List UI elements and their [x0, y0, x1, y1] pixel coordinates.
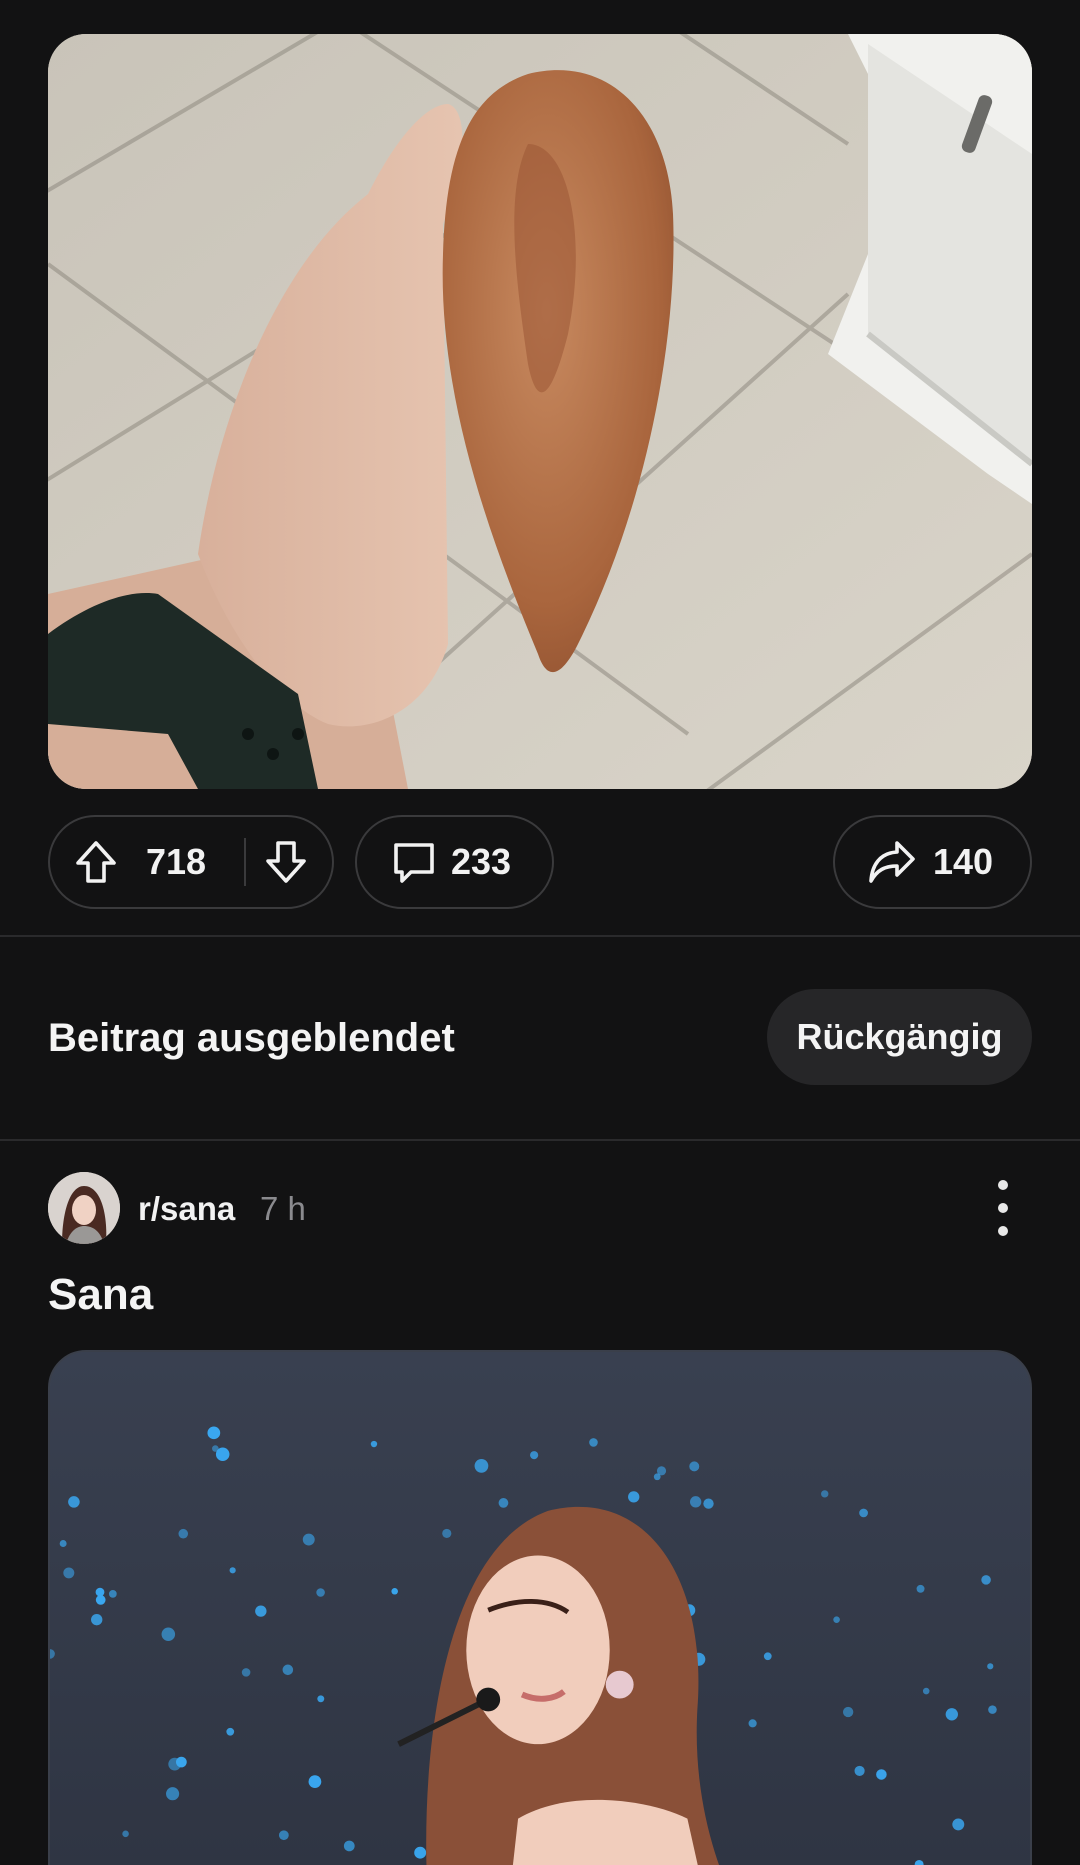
undo-button[interactable]: Rückgängig [767, 989, 1032, 1085]
stage-light [278, 1830, 289, 1841]
stage-light [59, 1540, 67, 1547]
stage-light [628, 1491, 640, 1503]
comments-button[interactable]: 233 [355, 815, 554, 909]
stage-light [952, 1818, 965, 1831]
share-count: 140 [933, 841, 994, 882]
menu-dot [998, 1203, 1008, 1213]
stage-light [255, 1605, 267, 1617]
stage-light [122, 1830, 129, 1838]
stage-light [833, 1616, 840, 1623]
vote-control: 718 [48, 815, 334, 909]
stage-light [876, 1769, 887, 1780]
divider [0, 1139, 1080, 1141]
vote-score: 718 [146, 841, 207, 882]
stage-light [212, 1445, 219, 1452]
stage-light [282, 1664, 294, 1676]
stage-light [763, 1652, 772, 1661]
stage-light [530, 1451, 539, 1460]
stage-light [108, 1589, 117, 1598]
stage-light [414, 1846, 427, 1859]
menu-dot [998, 1226, 1008, 1236]
subreddit-name[interactable]: r/sana [138, 1190, 235, 1228]
stage-light [178, 1528, 189, 1539]
stage-light [343, 1840, 355, 1852]
stage-light [945, 1708, 958, 1721]
post-action-bar: 718 233 140 [48, 815, 1032, 909]
stage-light [63, 1567, 75, 1579]
stage-light [689, 1461, 700, 1472]
stage-light [987, 1663, 994, 1670]
stage-light [821, 1490, 829, 1498]
stage-light [226, 1727, 235, 1736]
post-photo [50, 1352, 1030, 1865]
stage-light [916, 1584, 925, 1593]
post-age: 7 h [260, 1190, 306, 1227]
stage-light [442, 1528, 452, 1538]
stage-light [207, 1426, 221, 1440]
feed: 718 233 140 Beitrag ausgeblendet Rückgän… [0, 0, 1080, 1865]
upvote-icon[interactable] [72, 838, 120, 886]
stage-light [316, 1588, 325, 1597]
subreddit-avatar[interactable] [48, 1172, 120, 1244]
stage-light [589, 1438, 598, 1447]
stage-light [653, 1473, 661, 1481]
stage-light [161, 1627, 176, 1642]
stage-light [988, 1705, 997, 1714]
stage-light [166, 1787, 180, 1801]
post-image[interactable] [48, 34, 1032, 789]
stage-light [842, 1706, 854, 1718]
stage-light [308, 1775, 322, 1788]
post-image[interactable] [48, 1350, 1032, 1865]
share-arrow-icon [867, 839, 917, 885]
share-button[interactable]: 140 [833, 815, 1032, 909]
stage-light [370, 1440, 378, 1448]
vote-divider [244, 838, 246, 886]
downvote-icon[interactable] [262, 838, 310, 886]
stage-light [498, 1498, 509, 1508]
stage-light [859, 1508, 868, 1518]
comment-bubble-icon [391, 839, 437, 885]
divider [0, 935, 1080, 937]
stage-light [91, 1614, 103, 1626]
hidden-post-notice: Beitrag ausgeblendet [48, 1016, 455, 1060]
stage-light [95, 1595, 106, 1605]
stage-light [229, 1567, 236, 1574]
stage-light [854, 1765, 865, 1776]
post-title[interactable]: Sana [48, 1270, 153, 1320]
more-vertical-icon[interactable] [982, 1180, 1024, 1236]
stage-light [703, 1498, 714, 1509]
stage-light [241, 1668, 251, 1677]
stage-light [689, 1496, 702, 1508]
stage-light [391, 1588, 398, 1595]
stage-light [748, 1719, 757, 1728]
stage-light [68, 1496, 80, 1508]
post-photo [48, 34, 1032, 789]
stage-light [981, 1575, 991, 1585]
menu-dot [998, 1180, 1008, 1190]
stage-light [95, 1587, 105, 1597]
stage-light [302, 1533, 315, 1546]
comment-count: 233 [451, 841, 512, 882]
avatar-image [48, 1172, 120, 1244]
stage-light [317, 1695, 325, 1703]
stage-light [922, 1687, 930, 1695]
stage-light [175, 1756, 187, 1768]
stage-light [474, 1459, 489, 1473]
